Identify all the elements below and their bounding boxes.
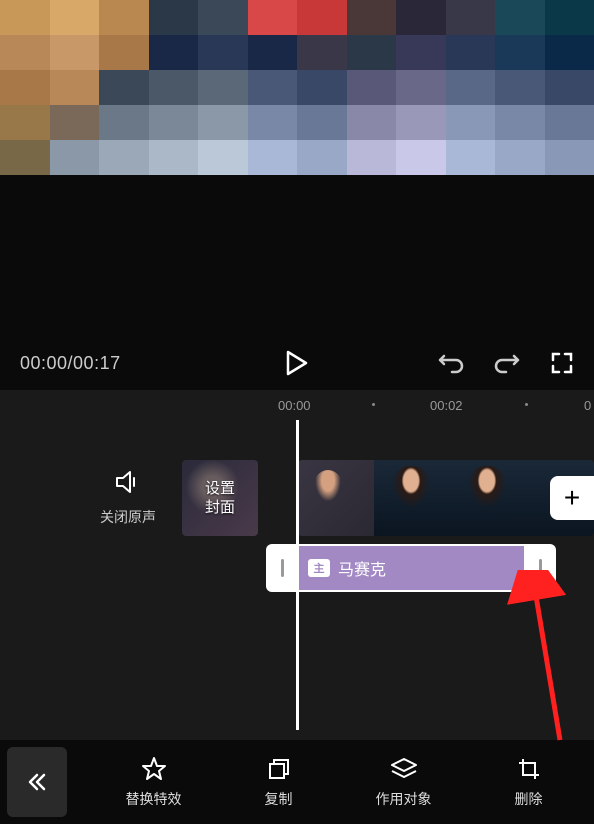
playhead[interactable] [296,420,299,730]
effect-body[interactable]: 主 马赛克 [298,544,524,592]
plus-icon: + [564,482,580,514]
tool-label: 复制 [265,789,293,809]
tool-label: 替换特效 [126,789,182,809]
delete-button[interactable]: 删除 [515,755,543,809]
effect-clip[interactable]: 主 马赛克 [266,544,556,592]
mosaic-overlay [0,0,594,175]
tool-label: 删除 [515,789,543,809]
time-display: 00:00/00:17 [20,353,121,374]
preview-lower: 00:00/00:17 [0,175,594,390]
ruler-mark: 0 [584,398,591,413]
undo-button[interactable] [438,352,464,374]
clip-frame[interactable] [298,460,374,536]
clip-frame[interactable] [450,460,526,536]
mute-label: 关闭原声 [100,507,156,527]
replace-effect-button[interactable]: 替换特效 [126,755,182,809]
effect-badge: 主 [308,559,330,577]
play-button[interactable] [286,350,308,376]
set-cover-button[interactable]: 设置封面 [182,460,258,536]
playback-controls: 00:00/00:17 [0,351,594,375]
chevron-double-left-icon [25,770,49,794]
copy-icon [267,755,291,783]
fullscreen-button[interactable] [550,351,574,375]
tool-label: 作用对象 [376,789,432,809]
crop-icon [517,755,541,783]
add-clip-button[interactable]: + [550,476,594,520]
ruler-mark: 00:02 [430,398,463,413]
effect-handle-left[interactable] [266,544,298,592]
copy-button[interactable]: 复制 [265,755,293,809]
bottom-toolbar: 替换特效 复制 作用对象 删除 [0,740,594,824]
effect-label: 马赛克 [338,556,386,580]
ruler-tick [525,403,528,406]
target-button[interactable]: 作用对象 [376,755,432,809]
video-preview[interactable] [0,0,594,175]
mute-audio-button[interactable]: 关闭原声 [100,470,156,527]
layers-icon [390,755,418,783]
annotation-arrow [420,570,580,750]
collapse-button[interactable] [7,747,67,817]
timeline[interactable]: 关闭原声 设置封面 + 主 马赛克 [0,420,594,740]
speaker-icon [100,470,156,499]
ruler-mark: 00:00 [278,398,311,413]
clip-frame[interactable] [374,460,450,536]
ruler-tick [372,403,375,406]
redo-button[interactable] [494,352,520,374]
effect-handle-right[interactable] [524,544,556,592]
star-icon [141,755,167,783]
timeline-ruler[interactable]: 00:00 00:02 0 [0,390,594,420]
cover-label: 设置封面 [205,479,235,518]
